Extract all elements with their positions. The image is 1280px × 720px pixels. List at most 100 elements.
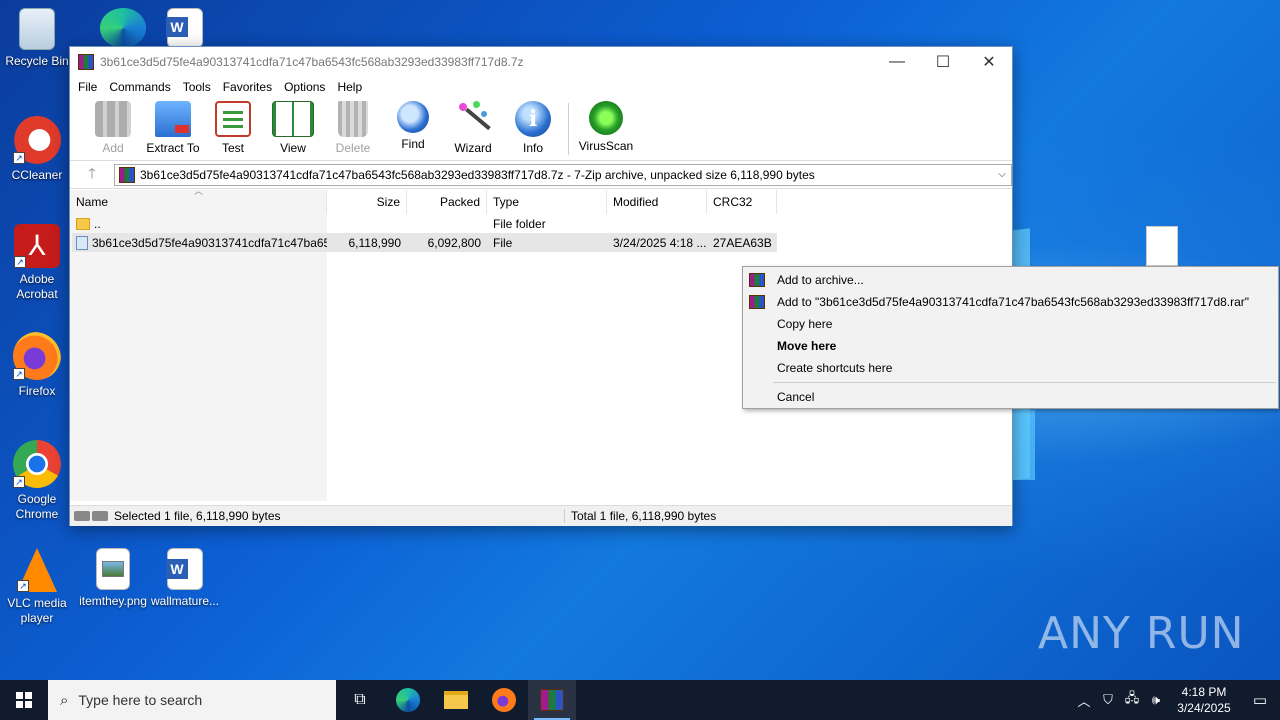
security-icon[interactable]: ⛉ bbox=[1096, 692, 1120, 708]
minimize-button[interactable]: — bbox=[874, 47, 920, 77]
view-book-icon bbox=[272, 101, 314, 137]
recycle-bin-icon bbox=[19, 8, 55, 50]
info-button[interactable]: i Info bbox=[504, 101, 562, 155]
start-button[interactable] bbox=[0, 680, 48, 720]
clock-date: 3/24/2025 bbox=[1177, 701, 1231, 715]
clock-time: 4:18 PM bbox=[1181, 685, 1227, 699]
menu-favorites[interactable]: Favorites bbox=[221, 80, 280, 94]
menu-item-add-to-archive[interactable]: Add to archive... bbox=[743, 269, 1278, 291]
menu-help[interactable]: Help bbox=[335, 80, 370, 94]
add-button[interactable]: Add bbox=[84, 101, 142, 155]
word-document-icon: W bbox=[166, 548, 203, 590]
menu-item-add-to-rar[interactable]: Add to "3b61ce3d5d75fe4a90313741cdfa71c4… bbox=[743, 291, 1278, 313]
winrar-icon bbox=[540, 689, 564, 711]
folder-icon bbox=[76, 217, 90, 230]
address-bar: 🡑 3b61ce3d5d75fe4a90313741cdfa71c47ba654… bbox=[70, 161, 1012, 189]
search-icon: ⌕ bbox=[60, 691, 69, 709]
up-one-level-button[interactable]: 🡑 bbox=[70, 163, 114, 187]
column-header-size[interactable]: Size bbox=[327, 190, 407, 214]
taskbar-file-explorer[interactable] bbox=[432, 680, 480, 720]
menu-item-cancel[interactable]: Cancel bbox=[743, 386, 1278, 408]
menu-item-label: Create shortcuts here bbox=[777, 361, 893, 375]
table-row-file[interactable]: 3b61ce3d5d75fe4a90313741cdfa71c47ba65...… bbox=[70, 233, 1012, 252]
menu-commands[interactable]: Commands bbox=[107, 80, 178, 94]
test-button[interactable]: Test bbox=[204, 101, 262, 155]
address-field[interactable]: 3b61ce3d5d75fe4a90313741cdfa71c47ba6543f… bbox=[114, 163, 1012, 186]
info-label: Info bbox=[522, 141, 543, 155]
chevron-down-icon[interactable]: ⌵ bbox=[993, 169, 1011, 180]
delete-button[interactable]: Delete bbox=[324, 101, 382, 155]
file-list-header: ︿ Name Size Packed Type Modified CRC32 bbox=[70, 186, 1012, 214]
virusscan-button[interactable]: VirusScan bbox=[577, 101, 635, 153]
desktop-icon-firefox[interactable]: ↗ Firefox bbox=[0, 332, 74, 399]
notification-icon[interactable]: ▭ bbox=[1240, 691, 1280, 709]
adobe-acrobat-icon: ⅄ ↗ bbox=[14, 224, 60, 268]
archive-icon bbox=[119, 166, 135, 183]
menu-item-label: Cancel bbox=[777, 390, 815, 404]
desktop-icon-recycle-bin[interactable]: Recycle Bin bbox=[0, 8, 74, 69]
taskbar-firefox[interactable] bbox=[480, 680, 528, 720]
toolbar: Add Extract To Test View Delete Find Wiz… bbox=[70, 97, 1012, 161]
extract-to-button[interactable]: Extract To bbox=[144, 101, 202, 155]
file-name: .. bbox=[94, 216, 101, 231]
context-menu: Add to archive... Add to "3b61ce3d5d75fe… bbox=[742, 266, 1279, 409]
close-button[interactable]: ✕ bbox=[966, 47, 1012, 77]
network-icon[interactable]: 🖧 bbox=[1120, 689, 1144, 711]
desktop-icon-word-file[interactable]: W wallmature... bbox=[148, 548, 222, 609]
extract-to-label: Extract To bbox=[146, 141, 200, 155]
menu-file[interactable]: File bbox=[76, 80, 105, 94]
taskbar-search[interactable]: ⌕ Type here to search bbox=[48, 680, 336, 720]
desktop-icon-image-file[interactable]: itemthey.png bbox=[76, 548, 150, 609]
view-label: View bbox=[280, 141, 306, 155]
view-button[interactable]: View bbox=[264, 101, 322, 155]
menu-bar: File Commands Tools Favorites Options He… bbox=[70, 77, 1012, 97]
column-header-packed[interactable]: Packed bbox=[407, 190, 487, 214]
file-name: 3b61ce3d5d75fe4a90313741cdfa71c47ba65... bbox=[92, 235, 327, 250]
column-header-type[interactable]: Type bbox=[487, 190, 607, 214]
vlc-cone-icon: ↗ bbox=[17, 548, 57, 592]
test-clipboard-icon bbox=[215, 101, 251, 137]
winrar-icon bbox=[749, 273, 765, 287]
find-label: Find bbox=[401, 137, 425, 151]
shortcut-arrow-icon: ↗ bbox=[13, 476, 25, 488]
shortcut-arrow-icon: ↗ bbox=[17, 580, 29, 592]
wizard-button[interactable]: Wizard bbox=[444, 101, 502, 155]
shortcut-arrow-icon: ↗ bbox=[14, 256, 26, 268]
find-button[interactable]: Find bbox=[384, 101, 442, 151]
menu-options[interactable]: Options bbox=[282, 80, 333, 94]
menu-item-move-here[interactable]: Move here bbox=[743, 335, 1278, 357]
status-bar: Selected 1 file, 6,118,990 bytes Total 1… bbox=[70, 505, 1012, 526]
key-icon[interactable] bbox=[92, 511, 108, 521]
cell-name: .. bbox=[70, 214, 327, 233]
task-view-icon: ⧉ bbox=[354, 691, 366, 708]
cell-packed bbox=[407, 214, 487, 233]
window-title: 3b61ce3d5d75fe4a90313741cdfa71c47ba6543f… bbox=[100, 55, 524, 69]
menu-item-create-shortcuts[interactable]: Create shortcuts here bbox=[743, 357, 1278, 379]
edge-icon bbox=[396, 688, 420, 712]
taskbar-edge[interactable] bbox=[384, 680, 432, 720]
desktop-icon-adobe-acrobat[interactable]: ⅄ ↗ Adobe Acrobat bbox=[0, 224, 74, 302]
menu-item-copy-here[interactable]: Copy here bbox=[743, 313, 1278, 335]
table-row-parent-folder[interactable]: .. File folder bbox=[70, 214, 1012, 233]
chevron-up-icon[interactable]: ︿ bbox=[1072, 691, 1096, 710]
desktop-icon-vlc[interactable]: ↗ VLC media player bbox=[0, 548, 74, 626]
menu-item-label: Add to "3b61ce3d5d75fe4a90313741cdfa71c4… bbox=[777, 295, 1250, 309]
desktop-icon-ccleaner[interactable]: ↗ CCleaner bbox=[0, 116, 74, 183]
task-view-button[interactable]: ⧉ bbox=[336, 680, 384, 720]
column-header-modified[interactable]: Modified bbox=[607, 190, 707, 214]
volume-icon[interactable]: 🕪 bbox=[1144, 692, 1168, 708]
taskbar-winrar[interactable] bbox=[528, 680, 576, 720]
desktop-file-icon[interactable] bbox=[1146, 226, 1178, 266]
cell-size: 6,118,990 bbox=[348, 235, 402, 250]
desktop-icon-google-chrome[interactable]: ↗ Google Chrome bbox=[0, 440, 74, 522]
column-header-crc32[interactable]: CRC32 bbox=[707, 190, 777, 214]
drive-icon[interactable] bbox=[74, 511, 90, 521]
maximize-button[interactable]: ☐ bbox=[920, 47, 966, 77]
title-bar[interactable]: 3b61ce3d5d75fe4a90313741cdfa71c47ba6543f… bbox=[70, 47, 1012, 77]
info-icon: i bbox=[515, 101, 551, 137]
anyrun-watermark: ANY RUN bbox=[1038, 608, 1245, 659]
winrar-app-icon bbox=[78, 54, 94, 70]
cell-type: File folder bbox=[493, 216, 546, 231]
menu-tools[interactable]: Tools bbox=[181, 80, 219, 94]
clock[interactable]: 4:18 PM 3/24/2025 bbox=[1168, 684, 1240, 716]
